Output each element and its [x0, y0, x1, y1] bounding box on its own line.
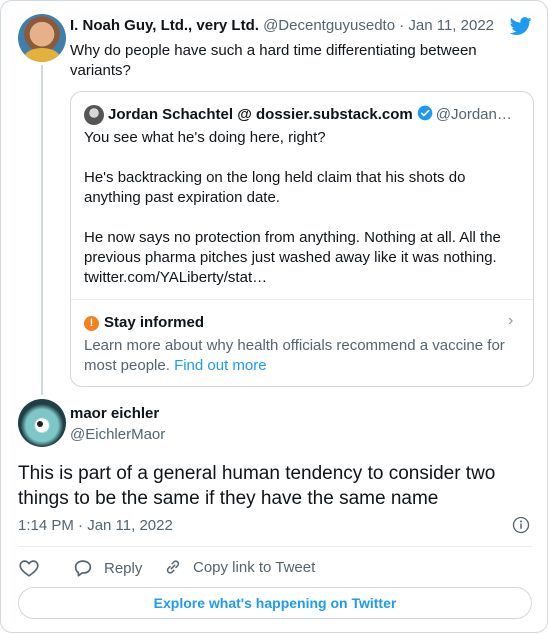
- author-name[interactable]: I. Noah Guy, Ltd., very Ltd.: [70, 17, 259, 34]
- quoted-tweet[interactable]: Jordan Schachtel @ dossier.substack.com @…: [70, 91, 534, 387]
- copy-link-label: Copy link to Tweet: [193, 558, 316, 576]
- quoted-handle: @Jordan…: [435, 106, 512, 123]
- avatar-shirt: [24, 48, 60, 62]
- tweet-text: This is part of a general human tendency…: [18, 463, 496, 509]
- explore-button[interactable]: Explore what's happening on Twitter: [18, 587, 532, 619]
- twitter-bird-icon[interactable]: [509, 15, 533, 37]
- avatar-detail: [37, 421, 43, 427]
- tweet-embed-card: I. Noah Guy, Ltd., very Ltd. @Decentguyu…: [0, 0, 548, 633]
- avatar[interactable]: [18, 14, 66, 62]
- quoted-tweet-text: You see what he's doing here, right? He'…: [84, 128, 519, 288]
- parent-tweet-header: I. Noah Guy, Ltd., very Ltd. @Decentguyu…: [70, 17, 494, 34]
- divider: [71, 299, 533, 300]
- find-out-more-link[interactable]: Find out more: [174, 357, 267, 374]
- like-button[interactable]: [18, 557, 40, 579]
- copy-link-button[interactable]: Copy link to Tweet: [163, 557, 315, 577]
- parent-tweet-text: Why do people have such a hard time diff…: [70, 42, 477, 79]
- verified-badge-icon: [417, 105, 433, 121]
- quoted-author-name: Jordan Schachtel @ dossier.substack.com: [108, 106, 413, 123]
- chevron-right-icon[interactable]: ›: [508, 312, 513, 330]
- notice-title: Stay informed: [104, 314, 205, 331]
- info-icon: !: [84, 316, 99, 331]
- info-icon[interactable]: [512, 516, 530, 534]
- quoted-paragraph: He's backtracking on the long held claim…: [84, 169, 466, 206]
- notice-body: Learn more about why health officials re…: [84, 337, 505, 374]
- link-icon: [166, 560, 180, 574]
- tweet-timestamp[interactable]: 1:14 PM · Jan 11, 2022: [18, 517, 173, 534]
- thread-line: [41, 65, 43, 395]
- reply-icon: [74, 560, 92, 577]
- author-meta[interactable]: @Decentguyusedto · Jan 11, 2022: [263, 17, 494, 34]
- author-name[interactable]: maor eichler: [70, 405, 159, 422]
- quoted-avatar: [84, 105, 104, 125]
- author-handle[interactable]: @EichlerMaor: [70, 426, 165, 443]
- quoted-tweet-header: Jordan Schachtel @ dossier.substack.com @…: [108, 105, 528, 123]
- quoted-paragraph: He now says no protection from anything.…: [84, 229, 501, 286]
- quoted-paragraph: You see what he's doing here, right?: [84, 129, 326, 146]
- heart-icon: [19, 560, 39, 577]
- notice-text: Learn more about why health officials re…: [84, 336, 524, 376]
- avatar[interactable]: [18, 399, 66, 447]
- reply-label: Reply: [104, 559, 143, 577]
- divider: [18, 546, 532, 547]
- reply-button[interactable]: Reply: [72, 557, 142, 579]
